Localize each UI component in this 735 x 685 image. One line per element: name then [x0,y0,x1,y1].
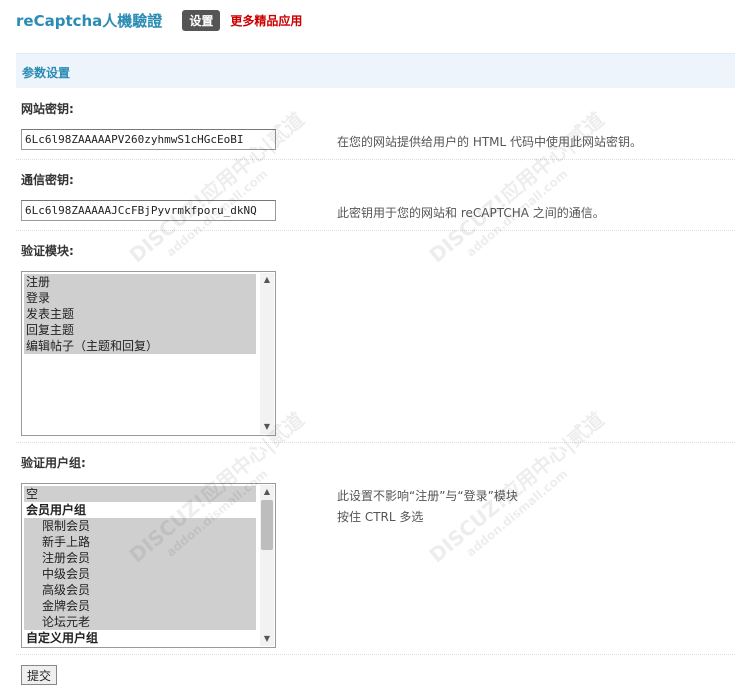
user-groups-label: 验证用户组: [21,456,86,470]
list-option[interactable]: 注册会员 [24,550,256,566]
modules-scrollbar[interactable]: ▲ ▼ [260,273,274,434]
scroll-up-arrow-icon[interactable]: ▲ [260,273,274,287]
scroll-up-arrow-icon[interactable]: ▲ [260,485,274,499]
list-option[interactable]: 登录 [24,290,256,306]
divider [16,442,735,443]
secret-key-hint: 此密钥用于您的网站和 reCAPTCHA 之间的通信。 [337,206,605,220]
list-option[interactable]: 金牌会员 [24,598,256,614]
site-key-input[interactable] [21,129,276,150]
scroll-down-arrow-icon[interactable]: ▼ [260,420,274,434]
submit-button[interactable]: 提交 [21,665,58,685]
list-option[interactable]: 中级会员 [24,566,256,582]
list-option[interactable]: 论坛元老 [24,614,256,630]
user-groups-listbox[interactable]: 空会员用户组 限制会员 新手上路 注册会员 中级会员 高级会员 金牌会员 论坛元老 自定义用户组… [21,483,276,648]
list-option[interactable]: 空 [24,486,256,502]
top-bar: reCaptcha人機驗證 设置 更多精品应用 [16,8,302,32]
secret-key-label: 通信密钥: [21,173,74,187]
user-groups-hint: 此设置不影响“注册”与“登录”模块 [337,489,518,503]
divider [16,230,735,231]
option-group-label: 会员用户组 [26,503,87,517]
app-title: reCaptcha人機驗證 [16,11,163,30]
list-option[interactable]: 限制会员 [24,518,256,534]
divider [16,654,735,655]
watermark: DISCUZ!应用中心|贰道addon.dismall.com [424,107,609,268]
scroll-down-arrow-icon[interactable]: ▼ [260,632,274,646]
site-key-hint: 在您的网站提供给用户的 HTML 代码中使用此网站密钥。 [337,135,643,149]
option-group-label: 自定义用户组 [26,631,99,645]
user-groups-scrollbar[interactable]: ▲ ▼ [260,485,274,646]
divider [16,159,735,160]
list-option[interactable]: 新手上路 [24,534,256,550]
list-option[interactable]: 回复主题 [24,322,256,338]
user-groups-ctrl-hint: 按住 CTRL 多选 [337,510,424,524]
list-option[interactable]: 高级会员 [24,582,256,598]
section-header: 参数设置 [16,53,735,88]
list-option[interactable]: 发表主题 [24,306,256,322]
list-option[interactable]: 编辑帖子（主题和回复） [24,338,256,354]
tab-settings[interactable]: 设置 [182,9,221,31]
modules-listbox[interactable]: 注册 登录 发表主题 回复主题 编辑帖子（主题和回复） ▲ ▼ [21,271,276,436]
modules-label: 验证模块: [21,244,74,258]
more-apps-link[interactable]: 更多精品应用 [230,12,302,29]
secret-key-input[interactable] [21,200,276,221]
site-key-label: 网站密钥: [21,102,74,116]
scroll-thumb[interactable] [261,500,273,550]
list-option[interactable]: 注册 [24,274,256,290]
section-title: 参数设置 [22,66,71,80]
